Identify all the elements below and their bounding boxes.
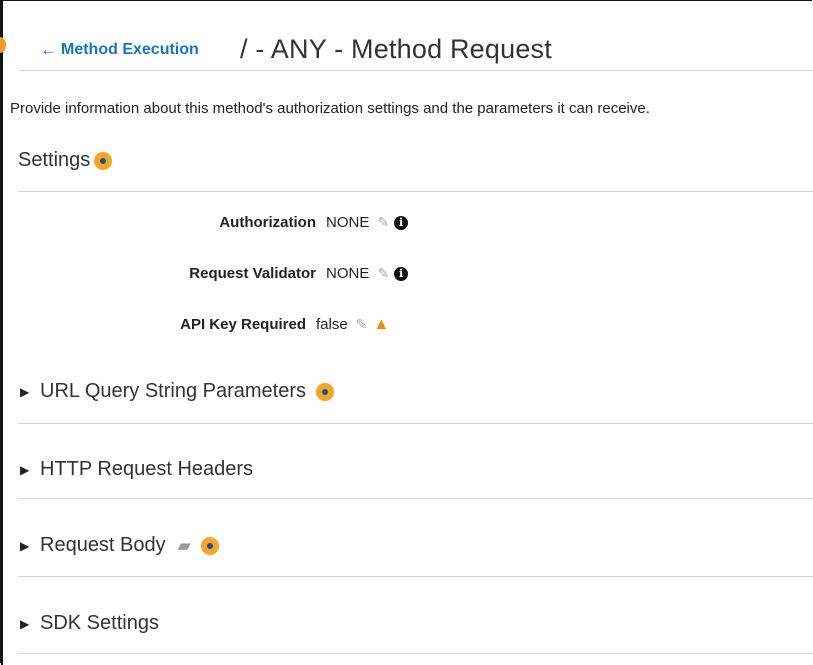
section-sdk-settings[interactable]: ▶ SDK Settings [20, 612, 159, 635]
pencil-edit-icon[interactable]: ✎ [377, 214, 389, 231]
page-description: Provide information about this method's … [10, 100, 650, 117]
book-icon[interactable]: ▰ [178, 536, 191, 556]
setting-row-request-validator: Request Validator NONE ✎ i [18, 265, 409, 282]
info-dot-icon[interactable] [94, 151, 113, 170]
setting-label: API Key Required [180, 316, 306, 333]
info-icon[interactable]: i [394, 215, 409, 230]
divider [18, 653, 813, 654]
info-dot-icon[interactable] [316, 382, 335, 401]
setting-label: Request Validator [189, 265, 316, 282]
page-title: / - ANY - Method Request [240, 34, 552, 64]
divider [18, 423, 813, 424]
pencil-edit-icon[interactable]: ✎ [377, 265, 389, 282]
info-dot-icon[interactable] [200, 536, 219, 555]
pencil-edit-icon[interactable]: ✎ [356, 316, 368, 333]
section-label: URL Query String Parameters [40, 380, 307, 402]
arrow-left-icon: ← [40, 40, 57, 59]
edge-marker [0, 37, 6, 53]
section-label: Request Body [40, 534, 166, 556]
section-label: HTTP Request Headers [40, 458, 254, 480]
back-link-label: Method Execution [61, 41, 199, 58]
caret-right-icon: ▶ [20, 538, 30, 553]
setting-label: Authorization [219, 214, 316, 231]
back-to-method-execution-link[interactable]: ← Method Execution [40, 40, 199, 60]
info-icon[interactable]: i [394, 266, 409, 281]
caret-right-icon: ▶ [20, 384, 30, 399]
setting-value: NONE [326, 265, 370, 282]
section-request-body[interactable]: ▶ Request Body ▰ [20, 534, 219, 557]
section-label: SDK Settings [40, 612, 159, 634]
section-http-request-headers[interactable]: ▶ HTTP Request Headers [20, 458, 253, 481]
divider [18, 576, 813, 577]
caret-right-icon: ▶ [20, 616, 30, 631]
setting-row-authorization: Authorization NONE ✎ i [18, 214, 409, 231]
setting-value: NONE [326, 214, 370, 231]
divider [18, 191, 813, 192]
caret-right-icon: ▶ [20, 462, 30, 477]
divider [18, 498, 813, 499]
divider [18, 70, 813, 71]
settings-heading: Settings [18, 149, 113, 172]
setting-row-api-key-required: API Key Required false ✎ ▲ [8, 316, 389, 333]
warning-icon: ▲ [373, 315, 390, 333]
section-url-query-string-parameters[interactable]: ▶ URL Query String Parameters [20, 380, 335, 403]
setting-value: false [316, 316, 348, 333]
settings-title: Settings [18, 149, 91, 171]
page-header: ← Method Execution / - ANY - Method Requ… [0, 0, 813, 100]
